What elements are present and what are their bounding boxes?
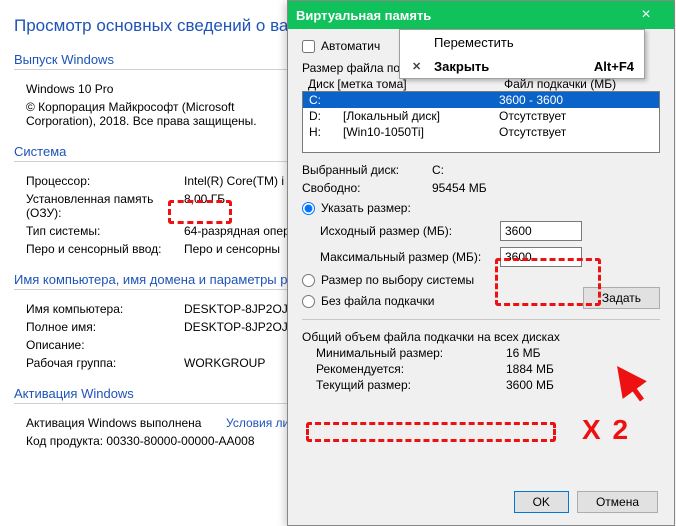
menu-item-close[interactable]: ✕ Закрыть Alt+F4 bbox=[400, 54, 644, 78]
radio-system-size[interactable]: Размер по выбору системы bbox=[302, 273, 660, 287]
max-size-input[interactable] bbox=[500, 247, 582, 267]
workgroup-label: Рабочая группа: bbox=[26, 356, 184, 370]
menu-item-move[interactable]: Переместить bbox=[400, 30, 644, 54]
selected-disk-value: C: bbox=[432, 163, 444, 177]
arrow-icon bbox=[614, 364, 654, 404]
recommended-label: Рекомендуется: bbox=[316, 362, 506, 376]
radio-custom-size[interactable]: Указать размер: bbox=[302, 201, 660, 215]
ok-button[interactable]: OK bbox=[514, 491, 569, 513]
desc-label: Описание: bbox=[26, 338, 184, 352]
disk-row[interactable]: C: 3600 - 3600 bbox=[303, 92, 659, 108]
annotation-x2: X 2 bbox=[582, 414, 630, 446]
copyright-text: © Корпорация Майкрософт (Microsoft Corpo… bbox=[26, 100, 286, 128]
cpu-label: Процессор: bbox=[26, 174, 184, 188]
dialog-title: Виртуальная память bbox=[296, 8, 626, 23]
radio-none-input[interactable] bbox=[302, 295, 315, 308]
free-value: 95454 МБ bbox=[432, 181, 487, 195]
pagefile-col-header: Файл подкачки (МБ) bbox=[504, 77, 616, 91]
radio-none-label: Без файла подкачки bbox=[321, 294, 434, 308]
pen-label: Перо и сенсорный ввод: bbox=[26, 242, 184, 256]
radio-custom-input[interactable] bbox=[302, 202, 315, 215]
radio-custom-label: Указать размер: bbox=[321, 201, 411, 215]
recommended-value: 1884 МБ bbox=[506, 362, 554, 376]
current-size-value: 3600 МБ bbox=[506, 378, 554, 392]
min-size-label: Минимальный размер: bbox=[316, 346, 506, 360]
disk-col-header: Диск [метка тома] bbox=[308, 77, 504, 91]
radio-system-label: Размер по выбору системы bbox=[321, 273, 474, 287]
selected-disk-label: Выбранный диск: bbox=[302, 163, 432, 177]
close-icon[interactable]: × bbox=[626, 6, 666, 24]
fullname-label: Полное имя: bbox=[26, 320, 184, 334]
max-size-label: Максимальный размер (МБ): bbox=[320, 250, 500, 264]
dialog-titlebar[interactable]: Виртуальная память × bbox=[288, 1, 674, 29]
menu-shortcut: Alt+F4 bbox=[594, 59, 634, 74]
min-size-value: 16 МБ bbox=[506, 346, 541, 360]
cancel-button[interactable]: Отмена bbox=[577, 491, 658, 513]
total-group-label: Общий объем файла подкачки на всех диска… bbox=[302, 330, 660, 344]
initial-size-input[interactable] bbox=[500, 221, 582, 241]
free-label: Свободно: bbox=[302, 181, 432, 195]
close-icon: ✕ bbox=[412, 60, 421, 73]
activation-text: Активация Windows выполнена bbox=[26, 416, 226, 430]
disk-row[interactable]: H: [Win10-1050Ti] Отсутствует bbox=[303, 124, 659, 140]
radio-system-input[interactable] bbox=[302, 274, 315, 287]
ram-label: Установленная память (ОЗУ): bbox=[26, 192, 184, 220]
compname-label: Имя компьютера: bbox=[26, 302, 184, 316]
auto-manage-label: Автоматич bbox=[321, 39, 380, 53]
auto-manage-input[interactable] bbox=[302, 40, 315, 53]
disk-list[interactable]: C: 3600 - 3600 D: [Локальный диск] Отсут… bbox=[302, 91, 660, 153]
window-context-menu[interactable]: Переместить ✕ Закрыть Alt+F4 bbox=[399, 29, 645, 79]
current-size-label: Текущий размер: bbox=[316, 378, 506, 392]
systype-label: Тип системы: bbox=[26, 224, 184, 238]
set-button[interactable]: Задать bbox=[583, 287, 660, 309]
initial-size-label: Исходный размер (МБ): bbox=[320, 224, 500, 238]
disk-row[interactable]: D: [Локальный диск] Отсутствует bbox=[303, 108, 659, 124]
radio-none[interactable]: Без файла подкачки bbox=[302, 294, 583, 308]
